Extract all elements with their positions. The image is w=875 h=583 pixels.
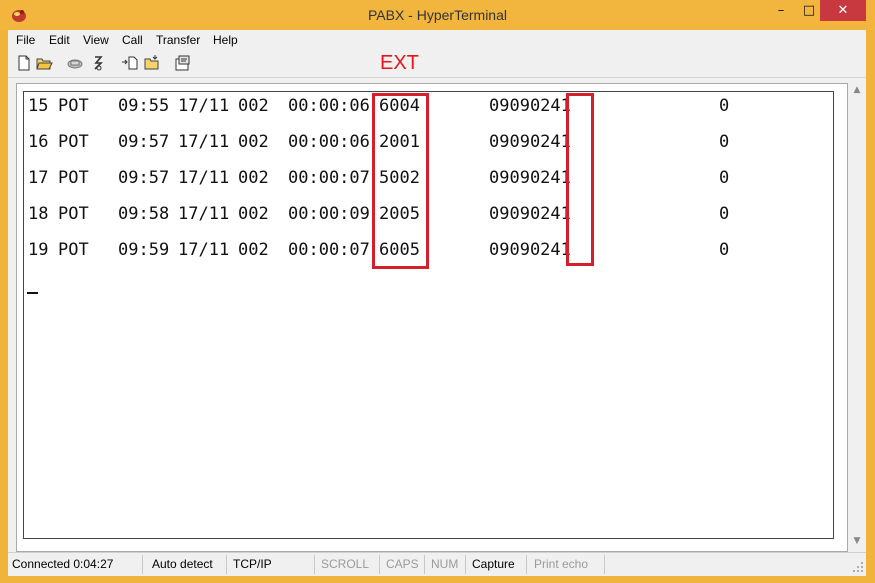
status-caps: CAPS xyxy=(386,557,419,571)
status-bar: Connected 0:04:27 Auto detect TCP/IP SCR… xyxy=(8,552,866,576)
row-duration: 00:00:06 xyxy=(288,132,370,152)
status-num: NUM xyxy=(431,557,459,571)
status-connected: Connected 0:04:27 xyxy=(12,557,114,571)
status-capture: Capture xyxy=(472,557,515,571)
status-divider xyxy=(142,555,143,574)
row-type: POT xyxy=(58,240,89,260)
menu-bar: File Edit View Call Transfer Help xyxy=(8,30,866,50)
row-duration: 00:00:09 xyxy=(288,204,370,224)
row-time: 09:57 xyxy=(118,132,170,152)
row-seq: 19 xyxy=(28,240,49,260)
number-highlight-box xyxy=(566,93,594,266)
row-time: 09:57 xyxy=(118,168,170,188)
row-number: 09090241 xyxy=(489,204,571,224)
scroll-down-icon[interactable]: ▼ xyxy=(849,536,865,550)
row-cost: 0 xyxy=(719,168,730,188)
row-seq: 18 xyxy=(28,204,49,224)
window-title: PABX - HyperTerminal xyxy=(367,7,507,23)
scroll-up-icon[interactable]: ▲ xyxy=(849,85,865,99)
status-divider xyxy=(424,555,425,574)
row-type: POT xyxy=(58,204,89,224)
title-bar[interactable]: PABX - HyperTerminal – □ ✕ xyxy=(0,0,875,30)
row-duration: 00:00:06 xyxy=(288,96,370,116)
terminal-row: 16 POT 09:57 17/11 002 00:00:06 2001 090… xyxy=(28,132,729,156)
vertical-scrollbar[interactable]: ▲ ▼ xyxy=(849,83,865,552)
open-icon[interactable] xyxy=(35,54,53,72)
toolbar xyxy=(8,51,866,78)
properties-icon[interactable] xyxy=(174,54,192,72)
status-detect: Auto detect xyxy=(152,557,213,571)
row-cost: 0 xyxy=(719,204,730,224)
status-divider xyxy=(226,555,227,574)
menu-file[interactable]: File xyxy=(16,33,35,47)
ext-highlight-box xyxy=(372,93,429,269)
row-date: 17/11 xyxy=(178,168,230,188)
close-button[interactable]: ✕ xyxy=(820,0,866,21)
row-cost: 0 xyxy=(719,96,730,116)
row-cost: 0 xyxy=(719,132,730,152)
row-duration: 00:00:07 xyxy=(288,168,370,188)
row-type: POT xyxy=(58,96,89,116)
row-trunk: 002 xyxy=(238,204,269,224)
menu-edit[interactable]: Edit xyxy=(49,33,70,47)
status-divider xyxy=(465,555,466,574)
row-number: 09090241 xyxy=(489,132,571,152)
row-duration: 00:00:07 xyxy=(288,240,370,260)
hyperterminal-window: PABX - HyperTerminal – □ ✕ File Edit Vie… xyxy=(0,0,875,583)
client-area: File Edit View Call Transfer Help EXT 15… xyxy=(8,30,866,576)
row-number: 09090241 xyxy=(489,240,571,260)
send-icon[interactable] xyxy=(121,54,139,72)
ext-annotation-label: EXT xyxy=(380,52,419,74)
status-print-echo: Print echo xyxy=(534,557,589,571)
row-date: 17/11 xyxy=(178,96,230,116)
minimize-button[interactable]: – xyxy=(768,0,794,21)
row-seq: 16 xyxy=(28,132,49,152)
row-trunk: 002 xyxy=(238,132,269,152)
row-date: 17/11 xyxy=(178,204,230,224)
receive-icon[interactable] xyxy=(143,54,161,72)
phone-icon[interactable] xyxy=(66,54,84,72)
disconnect-icon[interactable] xyxy=(89,54,107,72)
terminal-row: 18 POT 09:58 17/11 002 00:00:09 2005 090… xyxy=(28,204,729,228)
row-type: POT xyxy=(58,132,89,152)
row-date: 17/11 xyxy=(178,240,230,260)
status-divider xyxy=(379,555,380,574)
row-seq: 17 xyxy=(28,168,49,188)
row-seq: 15 xyxy=(28,96,49,116)
row-date: 17/11 xyxy=(178,132,230,152)
new-icon[interactable] xyxy=(15,54,33,72)
row-trunk: 002 xyxy=(238,240,269,260)
menu-call[interactable]: Call xyxy=(122,33,143,47)
row-time: 09:55 xyxy=(118,96,170,116)
status-protocol: TCP/IP xyxy=(233,557,272,571)
terminal-cursor xyxy=(27,292,38,294)
row-time: 09:59 xyxy=(118,240,170,260)
row-number: 09090241 xyxy=(489,168,571,188)
row-trunk: 002 xyxy=(238,96,269,116)
row-time: 09:58 xyxy=(118,204,170,224)
row-trunk: 002 xyxy=(238,168,269,188)
maximize-button[interactable]: □ xyxy=(796,0,822,21)
terminal-row: 17 POT 09:57 17/11 002 00:00:07 5002 090… xyxy=(28,168,729,192)
status-scroll: SCROLL xyxy=(321,557,370,571)
menu-view[interactable]: View xyxy=(83,33,109,47)
status-divider xyxy=(604,555,605,574)
terminal-row: 19 POT 09:59 17/11 002 00:00:07 6005 090… xyxy=(28,240,729,264)
resize-grip-icon[interactable] xyxy=(852,561,864,573)
row-cost: 0 xyxy=(719,240,730,260)
menu-help[interactable]: Help xyxy=(213,33,238,47)
status-divider xyxy=(314,555,315,574)
row-number: 09090241 xyxy=(489,96,571,116)
status-divider xyxy=(526,555,527,574)
row-type: POT xyxy=(58,168,89,188)
menu-transfer[interactable]: Transfer xyxy=(156,33,200,47)
terminal-row: 15 POT 09:55 17/11 002 00:00:06 6004 090… xyxy=(28,96,729,120)
